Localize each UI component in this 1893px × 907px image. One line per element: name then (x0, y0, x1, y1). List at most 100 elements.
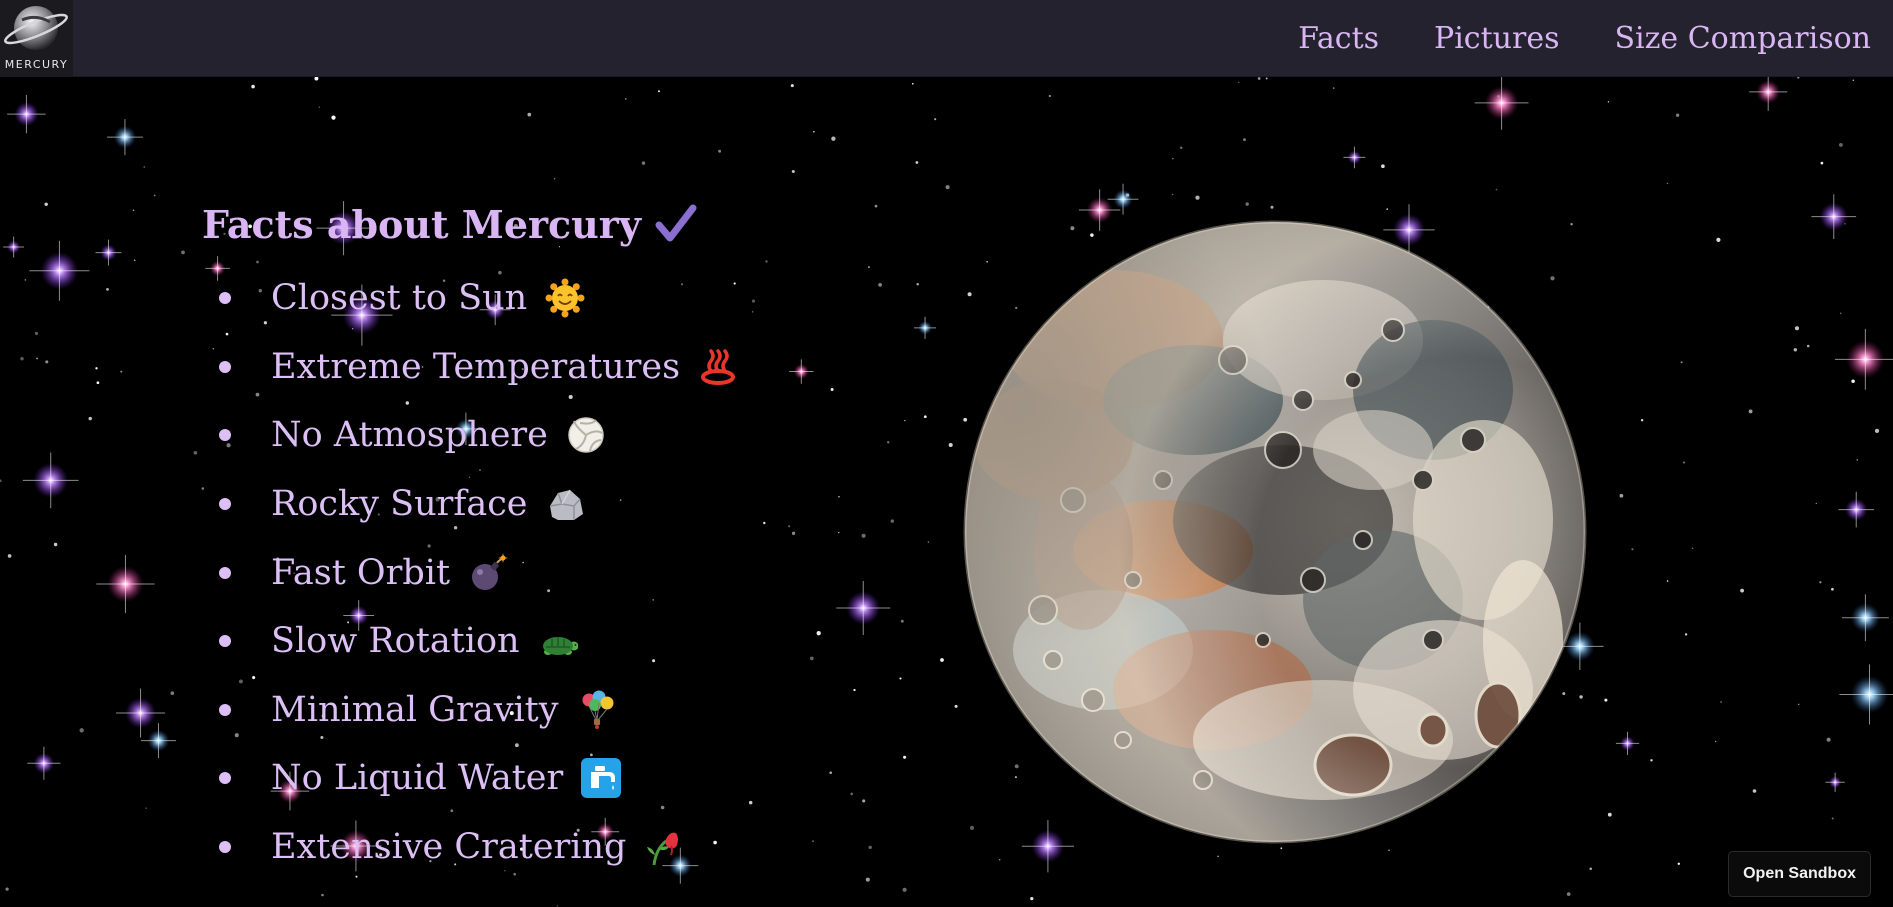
glow-star (106, 119, 143, 156)
star-dot (1172, 193, 1174, 196)
star-dot (1388, 849, 1390, 851)
glow-star (1811, 194, 1857, 240)
star-dot (1607, 812, 1612, 817)
star-dot (321, 893, 324, 897)
star-dot (1280, 847, 1283, 850)
main-nav: Facts Pictures Size Comparison (1298, 0, 1871, 76)
glow-star (140, 723, 176, 759)
star-dot (838, 531, 840, 534)
star-dot (1238, 81, 1240, 84)
star-dot (1793, 348, 1798, 352)
star-dot (862, 799, 866, 803)
nav-facts-link[interactable]: Facts (1298, 21, 1379, 56)
star-dot (1566, 892, 1571, 896)
star-dot (36, 357, 38, 360)
star-dot (1716, 237, 1721, 242)
fact-label: Closest to Sun (271, 278, 528, 319)
glow-star (1615, 731, 1640, 756)
glow-star (1825, 772, 1845, 792)
star-dot (1270, 205, 1274, 209)
star-dot (751, 299, 756, 303)
star-dot (1675, 113, 1680, 117)
star-dot (331, 115, 336, 120)
planet-logo-icon (4, 6, 68, 50)
star-dot (940, 658, 944, 662)
star-dot (1794, 326, 1800, 331)
star-dot (911, 82, 914, 85)
glow-star (29, 240, 90, 301)
glow-star (914, 316, 937, 339)
star-dot (556, 905, 559, 907)
star-dot (1607, 101, 1610, 103)
star-dot (88, 416, 92, 421)
facts-section: Facts about Mercury Closest to Sun Extre… (202, 198, 738, 881)
star-dot (878, 283, 882, 287)
bomb-icon (472, 552, 509, 590)
star-dot (1740, 588, 1744, 593)
star-dot (899, 677, 902, 680)
star-dot (1179, 146, 1183, 150)
star-dot (132, 209, 135, 211)
star-dot (1257, 77, 1261, 80)
star-dot (106, 288, 109, 291)
star-dot (904, 419, 906, 422)
star-dot (903, 755, 907, 759)
star-dot (1691, 547, 1694, 550)
check-icon (655, 204, 697, 242)
star-dot (44, 202, 48, 207)
star-dot (1720, 701, 1722, 703)
glow-star (1838, 491, 1875, 528)
fact-label: No Liquid Water (271, 758, 564, 799)
list-item: No Liquid Water (202, 744, 738, 813)
star-dot (948, 442, 953, 448)
star-dot (1839, 312, 1842, 315)
star-dot (902, 887, 907, 892)
sun-face-icon (545, 278, 585, 318)
star-dot (1381, 164, 1385, 169)
star-dot (927, 541, 930, 543)
star-dot (53, 542, 58, 547)
glow-star (789, 359, 814, 384)
open-sandbox-button[interactable]: Open Sandbox (1728, 851, 1871, 897)
fact-label: No Atmosphere (271, 415, 548, 456)
list-item: Fast Orbit (202, 538, 738, 607)
star-dot (829, 771, 833, 775)
star-dot (1838, 142, 1843, 147)
list-item: Slow Rotation (202, 607, 738, 676)
star-dot (318, 106, 321, 108)
star-dot (900, 619, 904, 623)
glow-star (7, 94, 46, 134)
star-dot (625, 98, 627, 100)
rock-icon (549, 489, 583, 521)
fact-label: Rocky Surface (271, 484, 528, 525)
star-dot (1243, 138, 1246, 142)
list-item: Closest to Sun (202, 264, 738, 333)
glow-star (1474, 75, 1529, 130)
mercury-logo[interactable]: MERCURY (0, 0, 73, 76)
star-dot (1172, 157, 1174, 160)
star-dot (1048, 94, 1051, 98)
nav-size-comparison-link[interactable]: Size Comparison (1614, 21, 1871, 56)
glow-star (95, 239, 122, 266)
glow-star (96, 554, 155, 614)
star-dot (853, 688, 856, 692)
star-dot (838, 496, 840, 498)
star-dot (923, 415, 927, 419)
star-dot (34, 331, 39, 335)
star-dot (657, 90, 661, 93)
star-dot (718, 149, 722, 153)
mercury-planet-illustration (963, 220, 1587, 844)
glow-star (3, 236, 25, 258)
star-dot (1640, 418, 1644, 422)
star-dot (1826, 737, 1831, 742)
glow-star (1834, 328, 1893, 390)
star-dot (998, 858, 1001, 861)
star-dot (1856, 459, 1858, 461)
nav-pictures-link[interactable]: Pictures (1434, 21, 1559, 56)
star-dot (7, 554, 12, 558)
star-dot (850, 792, 854, 796)
hot-springs-icon (701, 349, 736, 385)
wilted-flower-icon (647, 832, 679, 866)
star-dot (1631, 548, 1634, 551)
star-dot (1682, 461, 1686, 464)
